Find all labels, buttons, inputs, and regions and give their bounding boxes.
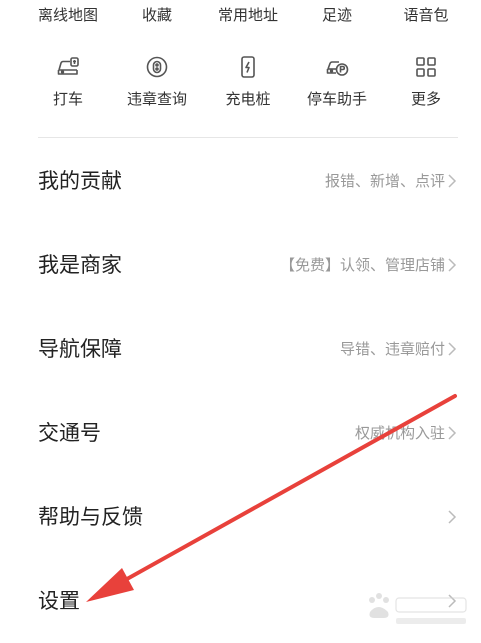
top-shortcuts-row: 离线地图 收藏 常用地址 足迹 语音包 [0, 0, 481, 34]
shortcut-common-addresses[interactable]: 常用地址 [200, 4, 296, 25]
tool-label: 停车助手 [306, 90, 367, 108]
chevron-right-icon [448, 510, 457, 524]
grid-more-icon [416, 57, 436, 77]
chevron-right-icon [448, 258, 457, 272]
menu-item-subtitle: 导错、违章赔付 [339, 340, 445, 358]
tool-label: 违章查询 [126, 90, 187, 108]
chevron-right-icon [448, 342, 457, 356]
violation-query-icon [146, 56, 168, 78]
tool-taxi[interactable]: 打车 [20, 48, 116, 120]
tool-label: 更多 [410, 90, 441, 108]
watermark-logo [369, 593, 467, 624]
menu-item-merchant[interactable]: 我是商家 【免费】认领、管理店铺 [0, 223, 481, 307]
menu-item-subtitle: 权威机构入驻 [354, 424, 445, 442]
chevron-right-icon [448, 174, 457, 188]
menu-item-title: 交通号 [38, 421, 101, 445]
menu-item-subtitle: 【免费】认领、管理店铺 [279, 256, 445, 274]
tool-more[interactable]: 更多 [378, 48, 474, 120]
menu-item-navigation-guarantee[interactable]: 导航保障 导错、违章赔付 [0, 307, 481, 391]
chevron-right-icon [448, 426, 457, 440]
menu-item-my-contribution[interactable]: 我的贡献 报错、新增、点评 [0, 139, 481, 223]
menu-item-title: 设置 [38, 589, 80, 613]
tool-charging-pile[interactable]: 充电桩 [200, 48, 296, 120]
shortcut-footprints[interactable]: 足迹 [289, 4, 385, 25]
shortcut-favorites[interactable]: 收藏 [109, 4, 205, 25]
tool-label: 充电桩 [225, 90, 271, 108]
menu-item-title: 我的贡献 [38, 169, 122, 193]
tool-label: 打车 [52, 90, 83, 108]
tool-violation-query[interactable]: 违章查询 [109, 48, 205, 120]
shortcut-offline-map[interactable]: 离线地图 [20, 4, 116, 25]
menu-item-title: 帮助与反馈 [38, 505, 143, 529]
tools-row: 打车 违章查询 充电桩 停车助手 更多 [0, 48, 481, 120]
menu-item-title: 导航保障 [38, 337, 122, 361]
taxi-car-icon [57, 57, 79, 75]
menu-item-title: 我是商家 [38, 253, 122, 277]
shortcut-voice-pack[interactable]: 语音包 [378, 4, 474, 25]
parking-assistant-icon [326, 61, 349, 76]
tool-parking-assistant[interactable]: 停车助手 [289, 48, 385, 120]
menu-item-subtitle: 报错、新增、点评 [324, 172, 445, 190]
menu-item-traffic-account[interactable]: 交通号 权威机构入驻 [0, 391, 481, 475]
charging-pile-icon [241, 56, 255, 78]
section-divider [38, 137, 458, 138]
menu-item-help-feedback[interactable]: 帮助与反馈 [0, 475, 481, 559]
